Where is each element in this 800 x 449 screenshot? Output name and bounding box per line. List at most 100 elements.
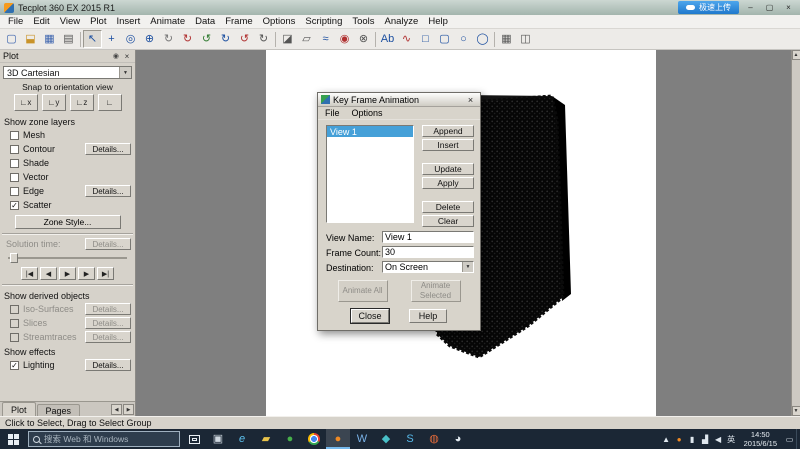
adjustor-tool-icon[interactable]: + bbox=[102, 30, 121, 48]
taskbar-app-word[interactable]: W bbox=[350, 429, 374, 449]
destination-dropdown[interactable]: On Screen ▼ bbox=[382, 261, 474, 273]
taskbar-app-chrome[interactable] bbox=[302, 429, 326, 449]
close-button-window[interactable]: × bbox=[781, 2, 796, 13]
details-button-slices[interactable]: Details... bbox=[85, 317, 131, 329]
dialog-titlebar[interactable]: Key Frame Animation × bbox=[318, 93, 480, 107]
search-input[interactable] bbox=[44, 434, 175, 444]
slider-thumb[interactable] bbox=[10, 253, 18, 263]
upload-badge-button[interactable]: 极速上传 bbox=[678, 1, 739, 14]
checkbox-edge[interactable] bbox=[10, 186, 19, 196]
new-layout-icon[interactable]: ▢ bbox=[2, 30, 21, 48]
titlebar[interactable]: Tecplot 360 EX 2015 R1 极速上传 – ▢ × bbox=[0, 0, 800, 15]
menu-frame[interactable]: Frame bbox=[220, 15, 257, 28]
pin-icon[interactable]: ◉ bbox=[113, 52, 119, 60]
keyframe-item[interactable]: View 1 bbox=[327, 126, 413, 137]
menu-data[interactable]: Data bbox=[190, 15, 220, 28]
checkbox-vector[interactable] bbox=[10, 172, 19, 182]
tray-tecplot-icon[interactable]: ● bbox=[673, 429, 686, 449]
probe-tool-icon[interactable]: ⊗ bbox=[354, 30, 373, 48]
view-name-input[interactable] bbox=[382, 231, 474, 243]
checkbox-streamtraces[interactable] bbox=[10, 332, 19, 342]
action-center-icon[interactable]: ▭ bbox=[783, 429, 796, 449]
rounded-rect-tool-icon[interactable]: ▢ bbox=[435, 30, 454, 48]
circle-tool-icon[interactable]: ○ bbox=[454, 30, 473, 48]
zoom-tool-icon[interactable]: ◎ bbox=[121, 30, 140, 48]
volume-icon[interactable]: ◀ bbox=[712, 429, 725, 449]
rotate-z-tool-icon[interactable]: ↻ bbox=[216, 30, 235, 48]
dialog-close-icon[interactable]: × bbox=[464, 94, 477, 105]
solution-time-slider[interactable] bbox=[8, 253, 127, 263]
details-button-lighting[interactable]: Details... bbox=[85, 359, 131, 371]
twist-rotate-tool-icon[interactable]: ↺ bbox=[235, 30, 254, 48]
menu-tools[interactable]: Tools bbox=[347, 15, 379, 28]
frame-count-input[interactable] bbox=[382, 246, 474, 258]
minimize-button[interactable]: – bbox=[743, 2, 758, 13]
menu-insert[interactable]: Insert bbox=[111, 15, 145, 28]
show-desktop-button[interactable] bbox=[796, 429, 800, 449]
rectangle-tool-icon[interactable]: □ bbox=[416, 30, 435, 48]
details-button-edge[interactable]: Details... bbox=[85, 185, 131, 197]
clear-button[interactable]: Clear bbox=[422, 215, 474, 227]
snap-x-view-button[interactable]: ∟x bbox=[13, 94, 38, 111]
solution-time-details-button[interactable]: Details... bbox=[85, 238, 131, 250]
translate-tool-icon[interactable]: ⊕ bbox=[140, 30, 159, 48]
taskbar-app-skype[interactable]: S bbox=[398, 429, 422, 449]
polyline-tool-icon[interactable]: ∿ bbox=[397, 30, 416, 48]
dialog-menu-options[interactable]: Options bbox=[352, 108, 383, 118]
extract-zone-icon[interactable]: ◫ bbox=[516, 30, 535, 48]
checkbox-mesh[interactable] bbox=[10, 130, 19, 140]
checkbox-iso-surfaces[interactable] bbox=[10, 304, 19, 314]
checkbox-scatter[interactable]: ✓ bbox=[10, 200, 19, 210]
checkbox-contour[interactable] bbox=[10, 144, 19, 154]
selector-tool-icon[interactable]: ↖ bbox=[83, 30, 102, 48]
contour-add-tool-icon[interactable]: ◉ bbox=[335, 30, 354, 48]
tray-expand-icon[interactable]: ▲ bbox=[660, 429, 673, 449]
iso-surface-tool-icon[interactable]: ▱ bbox=[297, 30, 316, 48]
menu-plot[interactable]: Plot bbox=[85, 15, 111, 28]
play-button[interactable]: ▶ bbox=[59, 267, 76, 280]
animate-selected-button[interactable]: Animate Selected bbox=[410, 280, 461, 302]
plot-type-dropdown[interactable]: 3D Cartesian ▼ bbox=[3, 66, 132, 79]
rotate-y-tool-icon[interactable]: ↺ bbox=[197, 30, 216, 48]
print-icon[interactable]: ▤ bbox=[59, 30, 78, 48]
taskbar-clock[interactable]: 14:50 2015/6/15 bbox=[738, 430, 783, 449]
taskbar-app-tecplot[interactable]: ● bbox=[326, 429, 350, 449]
menu-edit[interactable]: Edit bbox=[28, 15, 54, 28]
snap-y-view-button[interactable]: ∟y bbox=[41, 94, 66, 111]
menu-animate[interactable]: Animate bbox=[145, 15, 190, 28]
details-button-streamtraces[interactable]: Details... bbox=[85, 331, 131, 343]
update-button[interactable]: Update bbox=[422, 163, 474, 175]
snap-z-view-button[interactable]: ∟z bbox=[69, 94, 94, 111]
snap-iso-view-button[interactable]: ∟ bbox=[97, 94, 122, 111]
animate-all-button[interactable]: Animate All bbox=[337, 280, 388, 302]
text-tool-icon[interactable]: Ab bbox=[378, 30, 397, 48]
taskbar-app-browser[interactable]: ◍ bbox=[422, 429, 446, 449]
menu-view[interactable]: View bbox=[55, 15, 85, 28]
taskbar-app-window[interactable]: ▣ bbox=[206, 429, 230, 449]
save-layout-icon[interactable]: ▦ bbox=[40, 30, 59, 48]
create-zone-icon[interactable]: ▦ bbox=[497, 30, 516, 48]
smooth-rotate-tool-icon[interactable]: ↻ bbox=[159, 30, 178, 48]
taskbar-search[interactable] bbox=[28, 431, 180, 447]
tab-plot[interactable]: Plot bbox=[2, 402, 36, 416]
rotate-x-tool-icon[interactable]: ↻ bbox=[178, 30, 197, 48]
streamtrace-tool-icon[interactable]: ≈ bbox=[316, 30, 335, 48]
close-button[interactable]: Close bbox=[350, 308, 390, 324]
maximize-button[interactable]: ▢ bbox=[762, 2, 777, 13]
task-view-button[interactable] bbox=[182, 429, 206, 449]
open-layout-icon[interactable]: ⬓ bbox=[21, 30, 40, 48]
battery-icon[interactable]: ▮ bbox=[686, 429, 699, 449]
checkbox-slices[interactable] bbox=[10, 318, 19, 328]
dialog-menu-file[interactable]: File bbox=[325, 108, 340, 118]
apply-button[interactable]: Apply bbox=[422, 177, 474, 189]
details-button-iso-surfaces[interactable]: Details... bbox=[85, 303, 131, 315]
tab-scroll-right-icon[interactable]: ▶ bbox=[123, 404, 134, 415]
vertical-scrollbar[interactable]: ▲ ▼ bbox=[791, 50, 800, 416]
append-button[interactable]: Append bbox=[422, 125, 474, 137]
menu-file[interactable]: File bbox=[3, 15, 28, 28]
checkbox-lighting[interactable]: ✓ bbox=[10, 360, 19, 370]
zone-style-button[interactable]: Zone Style... bbox=[14, 215, 121, 229]
taskbar-app-qq[interactable]: ◕ bbox=[446, 429, 470, 449]
menu-help[interactable]: Help bbox=[423, 15, 453, 28]
jump-end-button[interactable]: ▶| bbox=[97, 267, 114, 280]
